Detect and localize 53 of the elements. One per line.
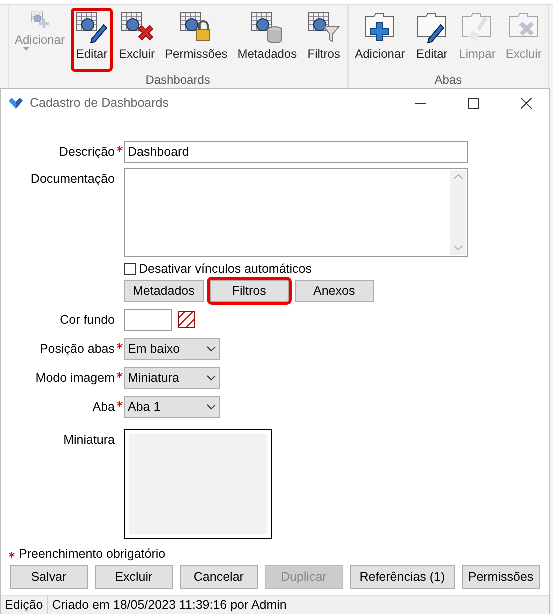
table-database-icon: [250, 11, 284, 43]
status-mode: Edição: [1, 596, 48, 614]
text-area[interactable]: [124, 168, 468, 257]
folder-broom-icon: [460, 11, 494, 43]
action-button[interactable]: Cancelar: [180, 565, 258, 589]
action-button[interactable]: Excluir: [94, 565, 173, 589]
toolbar-button[interactable]: Permissões: [161, 8, 232, 72]
table-cross-icon: [120, 11, 154, 43]
toolbar-button[interactable]: Editar: [71, 8, 114, 72]
table-funnel-icon: [307, 11, 342, 43]
scroll-down-icon[interactable]: [454, 245, 462, 251]
dropdown[interactable]: Aba 1: [124, 396, 220, 418]
toolbar-button[interactable]: Filtros: [303, 8, 346, 72]
chevron-down-icon: [207, 375, 216, 381]
text-field[interactable]: Dashboard: [124, 141, 468, 163]
field-label: Descrição: [59, 144, 115, 161]
action-button[interactable]: Salvar: [10, 565, 88, 589]
action-button[interactable]: Referências (1): [350, 565, 456, 589]
no-color-icon[interactable]: [178, 311, 195, 328]
group-label: Abas: [434, 73, 462, 87]
toolbar-button[interactable]: Adicionar: [351, 8, 410, 72]
field-label: Documentação: [30, 171, 115, 188]
chevron-down-icon: [207, 404, 216, 410]
action-button[interactable]: Permissões: [462, 565, 540, 589]
field-label: Posição abas: [40, 341, 115, 358]
color-swatch[interactable]: [124, 309, 172, 331]
group-label: Dashboards: [146, 73, 210, 87]
field-label: Cor fundo: [60, 312, 115, 329]
checkbox-label: Desativar vínculos automáticos: [139, 262, 312, 276]
scroll-up-icon[interactable]: [454, 174, 462, 180]
table-lock-icon: [179, 11, 214, 43]
table-pencil-icon: [75, 11, 110, 43]
scrollbar[interactable]: [450, 170, 466, 255]
section-button[interactable]: Metadados: [124, 280, 204, 302]
toolbar-button[interactable]: Editar: [411, 8, 454, 72]
field-label: Modo imagem: [36, 370, 115, 387]
status-text: Criado em 18/05/2023 11:39:16 por Admin: [51, 597, 288, 614]
toolbar-button[interactable]: Excluir: [115, 8, 160, 72]
chevron-down-icon: [207, 346, 216, 352]
dropdown[interactable]: Miniatura: [124, 367, 220, 389]
app-logo-icon: [9, 98, 23, 108]
section-button[interactable]: Filtros: [210, 280, 289, 302]
toolbar-button[interactable]: Metadados: [234, 8, 302, 72]
section-button[interactable]: Anexos: [294, 280, 374, 302]
dropdown[interactable]: Em baixo: [124, 338, 220, 360]
checkbox[interactable]: [124, 263, 136, 275]
asterisk-icon: [9, 552, 15, 558]
folder-pencil-icon: [415, 11, 450, 43]
required-note: Preenchimento obrigatório: [19, 547, 166, 561]
window-title: Cadastro de Dashboards: [30, 96, 170, 110]
field-label: Miniatura: [64, 432, 115, 449]
field-label: Aba: [92, 399, 115, 416]
folder-plus-icon: [363, 11, 398, 43]
